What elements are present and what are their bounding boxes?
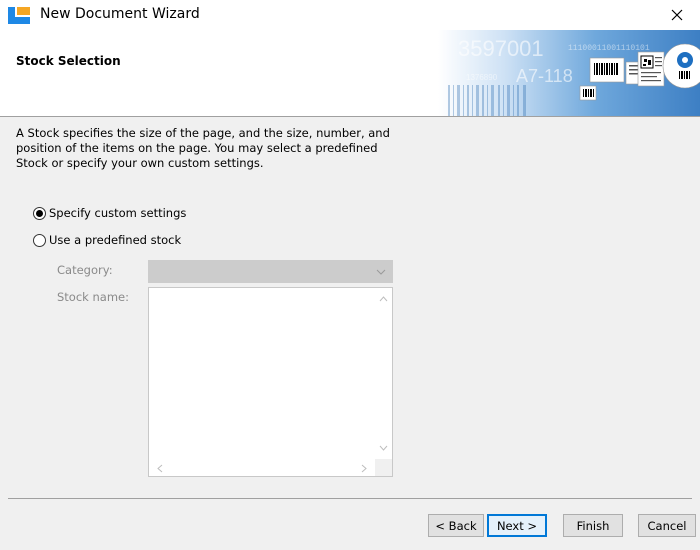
chevron-down-icon <box>376 269 386 275</box>
predefined-stock-radio[interactable] <box>33 233 46 247</box>
scroll-down-icon[interactable] <box>379 445 388 451</box>
barcode-banner-image: 3597001 A7-118 1376890 11100011001110101 <box>438 30 700 116</box>
banner-number: 3597001 <box>458 36 544 61</box>
footer-divider <box>8 498 692 499</box>
custom-settings-label: Specify custom settings <box>49 206 187 220</box>
stock-name-label: Stock name: <box>57 290 129 304</box>
category-label: Category: <box>57 263 113 277</box>
window-title: New Document Wizard <box>40 6 200 22</box>
scroll-corner <box>375 459 392 476</box>
stock-name-list[interactable] <box>148 287 393 477</box>
close-button[interactable] <box>654 0 700 30</box>
page-title: Stock Selection <box>16 54 121 68</box>
banner-code: A7-118 <box>516 66 573 86</box>
banner-small-number: 1376890 <box>466 73 498 82</box>
predefined-stock-label: Use a predefined stock <box>49 233 182 247</box>
close-icon <box>671 9 683 21</box>
wizard-app-icon <box>8 7 30 24</box>
wizard-header: Stock Selection 3597001 A7-118 1376890 1… <box>0 30 700 116</box>
option-predefined-stock[interactable]: Use a predefined stock <box>33 233 181 247</box>
category-dropdown[interactable] <box>148 260 393 283</box>
cancel-button[interactable]: Cancel <box>638 514 696 537</box>
title-bar: New Document Wizard <box>0 0 700 30</box>
header-divider <box>0 116 700 117</box>
vertical-scrollbar[interactable] <box>375 288 392 459</box>
finish-button[interactable]: Finish <box>563 514 623 537</box>
banner-binary: 11100011001110101 <box>568 44 650 53</box>
scroll-right-icon[interactable] <box>361 464 367 473</box>
option-custom-settings[interactable]: Specify custom settings <box>33 206 186 220</box>
scroll-up-icon[interactable] <box>379 296 388 302</box>
next-button[interactable]: Next > <box>487 514 547 537</box>
back-button[interactable]: < Back <box>428 514 484 537</box>
custom-settings-radio[interactable] <box>33 206 46 220</box>
description-text: A Stock specifies the size of the page, … <box>16 126 390 170</box>
horizontal-scrollbar[interactable] <box>149 459 375 476</box>
scroll-left-icon[interactable] <box>157 464 163 473</box>
